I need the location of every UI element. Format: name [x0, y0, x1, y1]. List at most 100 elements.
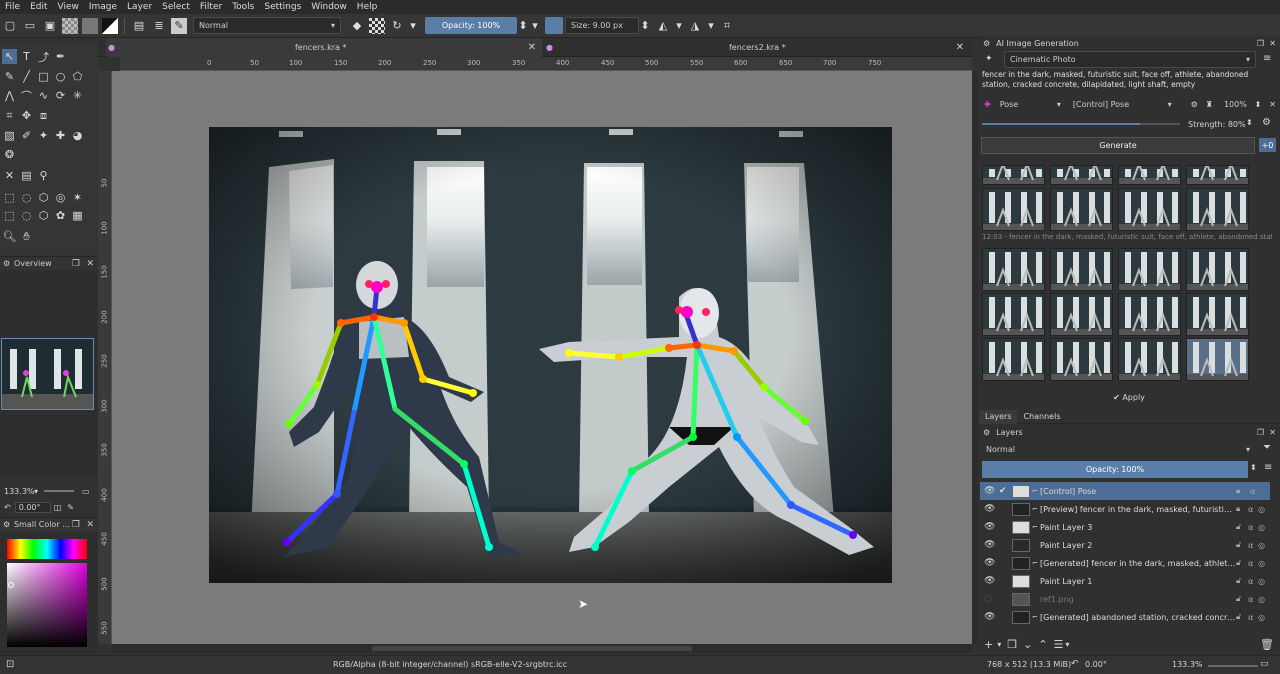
- layer-opacity-slider[interactable]: Opacity: 100%: [982, 461, 1248, 478]
- strength-value[interactable]: Strength: 80%: [1188, 117, 1254, 131]
- menu-view[interactable]: View: [53, 0, 84, 14]
- tab-fencers[interactable]: ● fencers.kra * ✕: [106, 38, 542, 57]
- lock-icon[interactable]: 🔓︎: [1236, 576, 1241, 586]
- brush-settings-icon[interactable]: ▤: [131, 18, 147, 34]
- gear-icon[interactable]: ⚙: [983, 428, 990, 437]
- foreground-background-color-icon[interactable]: [102, 17, 118, 34]
- layer-row-preview[interactable]: 👁︎ ⌐ [Preview] fencer in the dark, maske…: [980, 500, 1270, 518]
- history-thumbnail[interactable]: [1186, 338, 1249, 381]
- close-icon[interactable]: ✕: [86, 520, 94, 530]
- size-slider[interactable]: Size: 9.00 px: [565, 17, 639, 34]
- saturation-value-square[interactable]: [7, 563, 87, 647]
- eraser-icon[interactable]: ◆: [349, 18, 365, 34]
- fill-tool-icon[interactable]: ◕: [70, 128, 85, 143]
- zoom-slider[interactable]: [44, 490, 75, 492]
- chevron-down-icon[interactable]: ▾: [675, 18, 683, 34]
- brush-presets-icon[interactable]: ≣: [151, 18, 167, 34]
- pan-tool-icon[interactable]: ✋︎: [19, 229, 34, 244]
- polygon-tool-icon[interactable]: ⬠: [70, 69, 85, 84]
- lock-icon[interactable]: 🔓︎: [1236, 522, 1241, 532]
- history-thumbnail[interactable]: [982, 188, 1045, 231]
- size-stepper-icon[interactable]: ⬍: [640, 18, 649, 34]
- ellipse-tool-icon[interactable]: ○: [53, 69, 68, 84]
- lock-icon[interactable]: 🔓︎: [1236, 594, 1241, 604]
- move-tool-icon[interactable]: ✥: [19, 108, 34, 123]
- stepper-icon[interactable]: ⬍: [1246, 118, 1253, 127]
- history-thumbnail[interactable]: [982, 338, 1045, 381]
- opacity-slider[interactable]: Opacity: 100%: [425, 17, 517, 34]
- pin-tool-icon[interactable]: ⚲: [36, 168, 51, 183]
- history-thumbnail[interactable]: [982, 293, 1045, 336]
- history-thumbnail[interactable]: [982, 248, 1045, 291]
- contiguous-selection-icon[interactable]: ✿: [53, 208, 68, 223]
- history-thumbnail[interactable]: [1118, 248, 1181, 291]
- wrap-around-icon[interactable]: ⌗: [719, 18, 735, 34]
- close-icon[interactable]: ✕: [956, 42, 964, 53]
- history-thumbnail[interactable]: [1118, 293, 1181, 336]
- alpha-icon[interactable]: α: [1250, 487, 1255, 496]
- crop-tool-icon[interactable]: ⌗: [2, 108, 17, 123]
- queue-add-button[interactable]: +0: [1259, 138, 1276, 152]
- fit-view-icon[interactable]: ▭: [1260, 659, 1269, 669]
- eye-icon[interactable]: 👁︎: [984, 558, 995, 568]
- multibrush-tool-icon[interactable]: ✳: [70, 88, 85, 103]
- overview-thumbnail[interactable]: [1, 338, 94, 410]
- pattern-icon[interactable]: [62, 17, 78, 34]
- magnetic-selection-icon[interactable]: ◌: [19, 208, 34, 223]
- bezier-selection-icon[interactable]: ⬚: [2, 208, 17, 223]
- similar-color-selection-icon[interactable]: ⬡: [36, 208, 51, 223]
- layer-row-control-pose[interactable]: 👁︎ ✔ ⌐ [Control] Pose 🔒︎ α: [980, 482, 1270, 500]
- menu-select[interactable]: Select: [157, 0, 195, 14]
- inherit-alpha-icon[interactable]: ◎: [1258, 523, 1265, 532]
- alpha-icon[interactable]: α: [1248, 559, 1253, 568]
- history-thumbnail[interactable]: [982, 165, 1045, 185]
- lock-icon[interactable]: 🔓︎: [1236, 540, 1241, 550]
- mirror-horizontal-icon[interactable]: ◭: [655, 18, 671, 34]
- add-layer-icon[interactable]: +: [984, 638, 993, 651]
- horizontal-scrollbar[interactable]: [112, 644, 972, 653]
- menu-edit[interactable]: Edit: [25, 0, 52, 14]
- gear-icon[interactable]: ⚙: [3, 259, 10, 268]
- freehand-path-tool-icon[interactable]: ∿: [36, 88, 51, 103]
- layer-row-ref1[interactable]: ◌ ref1.png 🔓︎ α ◎: [980, 590, 1270, 608]
- freehand-selection-icon[interactable]: ◎: [53, 190, 68, 205]
- settings-icon[interactable]: ≡: [1263, 53, 1271, 64]
- history-thumbnail[interactable]: [1118, 338, 1181, 381]
- assistant-tool-icon[interactable]: ❂: [2, 147, 17, 162]
- eye-icon[interactable]: 👁︎: [984, 504, 995, 514]
- reference-images-tool-icon[interactable]: ▤: [19, 168, 34, 183]
- alpha-icon[interactable]: α: [1248, 523, 1253, 532]
- tab-fencers2[interactable]: ● fencers2.kra * ✕: [544, 38, 970, 57]
- close-icon[interactable]: ✕: [1269, 39, 1276, 48]
- lock-icon[interactable]: 🔓︎: [1236, 558, 1241, 568]
- alpha-icon[interactable]: α: [1248, 505, 1253, 514]
- chevron-down-icon[interactable]: ▾: [34, 487, 38, 496]
- rectangular-selection-icon[interactable]: ⬚: [2, 190, 17, 205]
- chevron-down-icon[interactable]: ▾: [531, 18, 539, 34]
- vertical-ruler[interactable]: 50 100 150 200 250 300 350 400 450 500 5…: [98, 71, 112, 644]
- gear-icon[interactable]: ⚙: [1262, 117, 1271, 128]
- float-panel-icon[interactable]: ❐: [72, 259, 80, 269]
- canvas-image[interactable]: [209, 127, 892, 583]
- horizontal-ruler[interactable]: 0 50 100 150 200 250 300 350 400 450 500…: [120, 57, 972, 71]
- history-thumbnail[interactable]: [1050, 248, 1113, 291]
- history-thumbnail[interactable]: [1118, 188, 1181, 231]
- measure-tool-icon[interactable]: ✕: [2, 168, 17, 183]
- menu-image[interactable]: Image: [84, 0, 122, 14]
- blend-mode-select[interactable]: Normal ▾: [193, 17, 341, 34]
- strength-slider-track[interactable]: [982, 117, 1180, 131]
- save-icon[interactable]: ▣: [42, 18, 58, 34]
- colorize-mask-tool-icon[interactable]: ✦: [36, 128, 51, 143]
- tab-layers[interactable]: Layers: [979, 409, 1018, 424]
- open-document-icon[interactable]: ▭: [22, 18, 38, 34]
- layer-properties-icon[interactable]: ☰: [1054, 638, 1064, 651]
- filter-icon[interactable]: ⏷: [1263, 442, 1271, 453]
- gear-icon[interactable]: ⚙: [3, 520, 10, 529]
- gradient-tool-icon[interactable]: ▧: [2, 128, 17, 143]
- control-layer-select[interactable]: [Control] Pose ▾: [1068, 96, 1177, 113]
- stepper-icon[interactable]: ⬍: [1250, 463, 1257, 472]
- close-icon[interactable]: ✕: [1269, 100, 1276, 109]
- zoom-value[interactable]: 133.3%: [4, 487, 35, 496]
- history-thumbnail[interactable]: [1186, 188, 1249, 231]
- magic-wand-icon[interactable]: ✶: [70, 190, 85, 205]
